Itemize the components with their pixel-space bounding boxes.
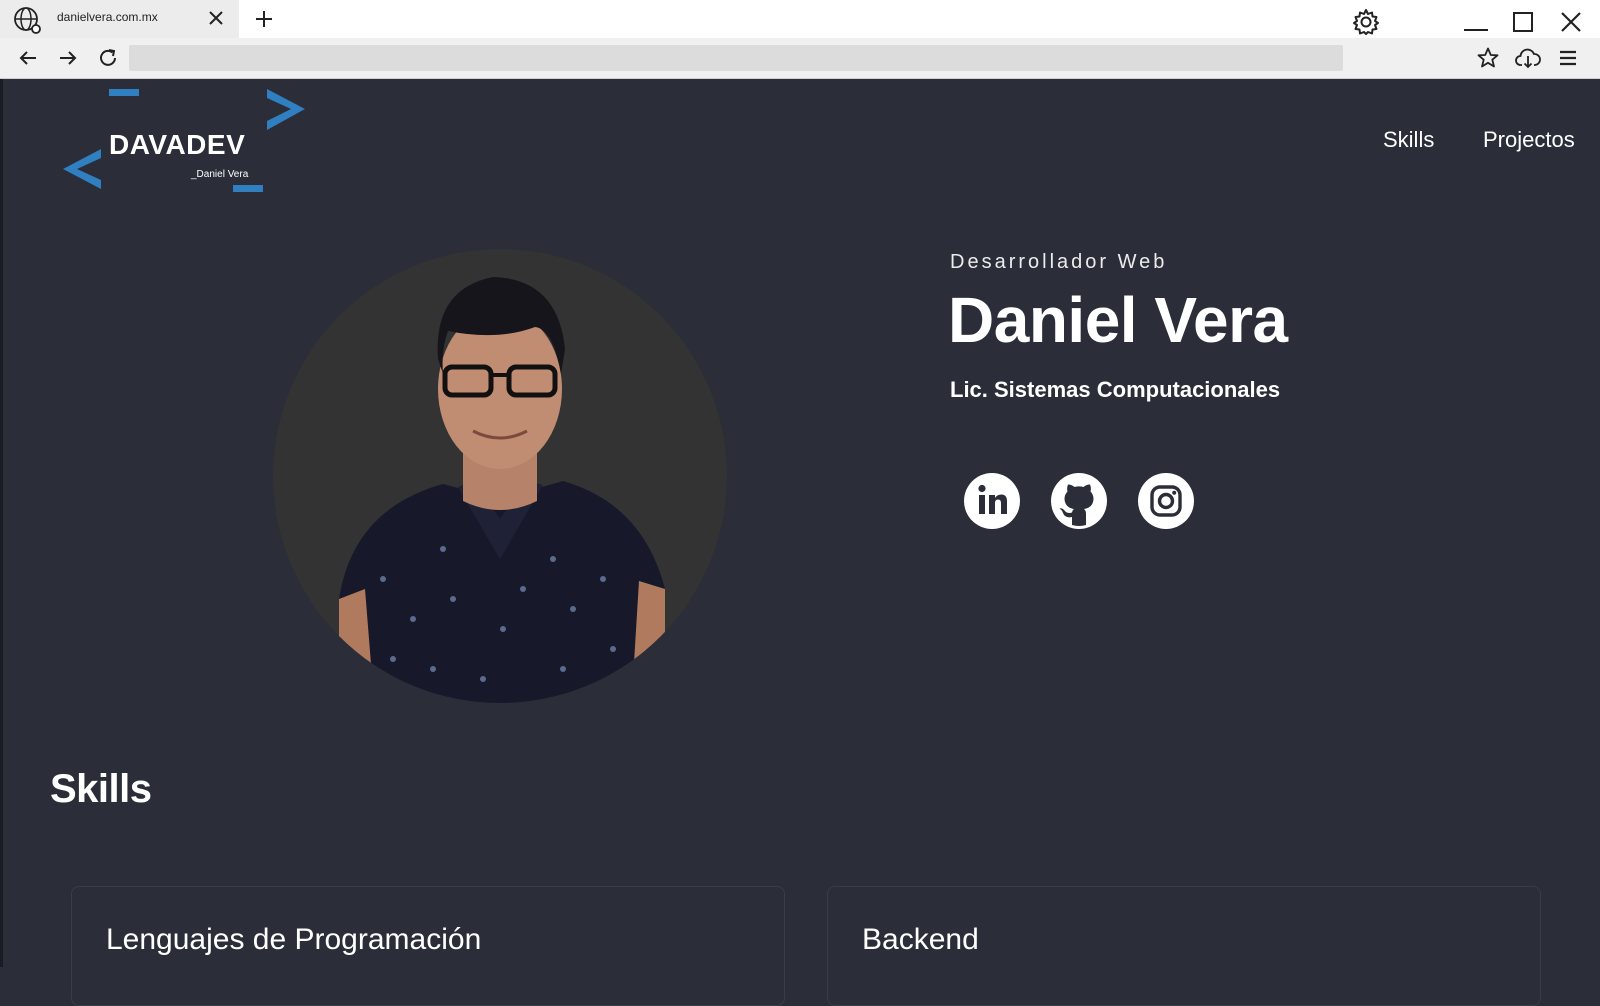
browser-tab[interactable]: danielvera.com.mx: [0, 0, 239, 38]
menu-icon[interactable]: [1556, 46, 1580, 70]
reload-icon[interactable]: [97, 47, 119, 69]
skills-section-title: Skills: [50, 767, 152, 811]
maximize-icon[interactable]: [1511, 10, 1535, 34]
minimize-icon[interactable]: [1462, 10, 1490, 34]
back-arrow-icon[interactable]: [17, 47, 39, 69]
new-tab-icon[interactable]: [253, 8, 275, 30]
skill-card: Backend: [827, 886, 1541, 1006]
profile-photo: [273, 249, 727, 703]
tab-title: danielvera.com.mx: [57, 10, 158, 24]
cloud-download-icon[interactable]: [1515, 46, 1541, 70]
forward-arrow-icon[interactable]: [57, 47, 79, 69]
hero-name: Daniel Vera: [948, 284, 1288, 356]
globe-icon: [12, 5, 42, 35]
window-close-icon[interactable]: [1559, 10, 1583, 34]
logo-subtext: _Daniel Vera: [191, 169, 249, 180]
site-logo[interactable]: DAVADEV _Daniel Vera: [61, 87, 311, 199]
logo-text: DAVADEV: [109, 129, 246, 160]
page-content: DAVADEV _Daniel Vera Skills Projectos De…: [0, 79, 1600, 1006]
github-icon[interactable]: [1051, 473, 1107, 529]
tab-close-icon[interactable]: [206, 8, 226, 28]
browser-tab-bar: danielvera.com.mx: [0, 0, 1600, 38]
skill-card: Lenguajes de Programación: [71, 886, 785, 1006]
instagram-icon[interactable]: [1138, 473, 1194, 529]
address-bar-input[interactable]: [129, 45, 1343, 71]
gear-icon[interactable]: [1352, 8, 1380, 36]
hero-degree: Lic. Sistemas Computacionales: [950, 377, 1281, 402]
linkedin-icon[interactable]: [964, 473, 1020, 529]
nav-link-projectos[interactable]: Projectos: [1483, 127, 1575, 153]
skill-card-title: Backend: [862, 923, 979, 956]
hero-role: Desarrollador Web: [950, 251, 1168, 273]
browser-toolbar: [0, 38, 1600, 79]
star-icon[interactable]: [1476, 46, 1500, 70]
skill-card-title: Lenguajes de Programación: [106, 923, 482, 956]
nav-link-skills[interactable]: Skills: [1383, 127, 1434, 153]
